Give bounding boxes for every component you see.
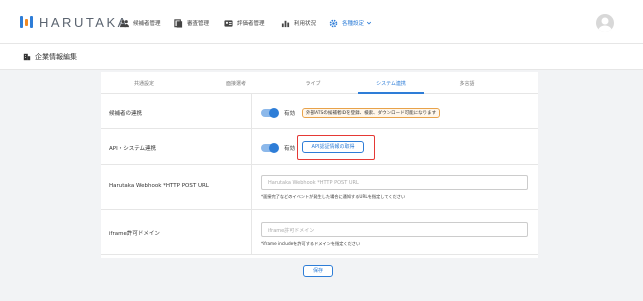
page-header: 企業情報編集	[0, 44, 643, 70]
iframe-domain-input[interactable]: iframe許可ドメイン	[261, 222, 528, 237]
row-webhook: Harutaka Webhook *HTTP POST URL Harutaka…	[101, 165, 538, 210]
column-divider	[251, 129, 252, 165]
candidate-link-note: 外部ATSの候補者IDを登録、検索、ダウンロード可能になります	[302, 108, 441, 118]
get-api-credentials-button[interactable]: API認証情報の取得	[302, 141, 364, 153]
page-title: 企業情報編集	[23, 52, 77, 62]
gear-icon	[329, 19, 338, 27]
nav-item-label: 評価者管理	[237, 21, 265, 27]
candidate-link-label: 候補者の連携	[109, 111, 143, 117]
footer-actions: 保存	[0, 258, 643, 284]
person-card-icon	[224, 19, 233, 27]
column-divider	[251, 94, 252, 129]
row-candidate-link: 候補者の連携 有効 外部ATSの候補者IDを登録、検索、ダウンロード可能になりま…	[101, 94, 538, 129]
chevron-down-icon	[366, 21, 372, 25]
settings-card: 共通設定 面接選考 ライブ システム連携 多言語 候補者の連携 有効 外部ATS…	[101, 72, 538, 258]
iframe-help-text: *iframe includeを許可するドメインを指定ください	[261, 241, 361, 246]
nav-item-label: 各種設定	[342, 21, 365, 27]
people-icon	[120, 19, 129, 27]
nav-item-label: 候補者管理	[133, 21, 161, 27]
api-link-label: API・システム連携	[109, 146, 157, 152]
building-icon	[23, 53, 31, 61]
logo-text: HARUTAKA	[39, 14, 129, 30]
tab-multilingual[interactable]: 多言語	[459, 80, 474, 87]
column-divider	[251, 210, 252, 255]
candidate-link-toggle-state: 有効	[284, 111, 296, 117]
bar-chart-icon	[281, 20, 290, 27]
row-api-link: API・システム連携 有効 API認証情報の取得	[101, 129, 538, 165]
settings-tabs: 共通設定 面接選考 ライブ システム連携 多言語	[101, 72, 538, 94]
tab-system-integration[interactable]: システム連携	[376, 80, 406, 87]
nav-item-usage[interactable]: 利用状況	[281, 17, 316, 29]
nav-item-settings[interactable]: 各種設定	[329, 17, 372, 29]
column-divider	[251, 165, 252, 210]
tab-interview[interactable]: 面接選考	[226, 80, 246, 87]
logo-mark-icon	[20, 16, 33, 28]
candidate-link-toggle[interactable]	[261, 108, 279, 118]
nav-item-label: 審査管理	[187, 21, 210, 27]
logo[interactable]: HARUTAKA	[20, 14, 129, 30]
save-button[interactable]: 保存	[303, 265, 333, 277]
row-iframe-domain: iframe許可ドメイン iframe許可ドメイン *iframe includ…	[101, 210, 538, 255]
webhook-url-input[interactable]: Harutaka Webhook *HTTP POST URL	[261, 175, 528, 190]
top-navigation-bar: HARUTAKA 候補者管理 審査管理 評価者管理 利用状況 各種設定	[0, 0, 643, 44]
tab-common[interactable]: 共通設定	[134, 80, 154, 87]
api-link-toggle-state: 有効	[284, 146, 296, 152]
iframe-domain-label: iframe許可ドメイン	[109, 231, 160, 237]
page-title-text: 企業情報編集	[35, 53, 77, 61]
document-stack-icon	[174, 18, 183, 28]
nav-item-candidates[interactable]: 候補者管理	[120, 17, 161, 29]
user-avatar-icon[interactable]	[596, 14, 614, 32]
nav-item-screening[interactable]: 審査管理	[174, 17, 209, 29]
nav-item-label: 利用状況	[294, 21, 317, 27]
webhook-help-text: *面接完了などのイベントが発生した場合に通知するURLを指定してください	[261, 194, 406, 199]
nav-item-evaluators[interactable]: 評価者管理	[224, 17, 265, 29]
webhook-label: Harutaka Webhook *HTTP POST URL	[109, 183, 209, 189]
api-link-toggle[interactable]	[261, 143, 279, 153]
tab-live[interactable]: ライブ	[305, 80, 320, 87]
